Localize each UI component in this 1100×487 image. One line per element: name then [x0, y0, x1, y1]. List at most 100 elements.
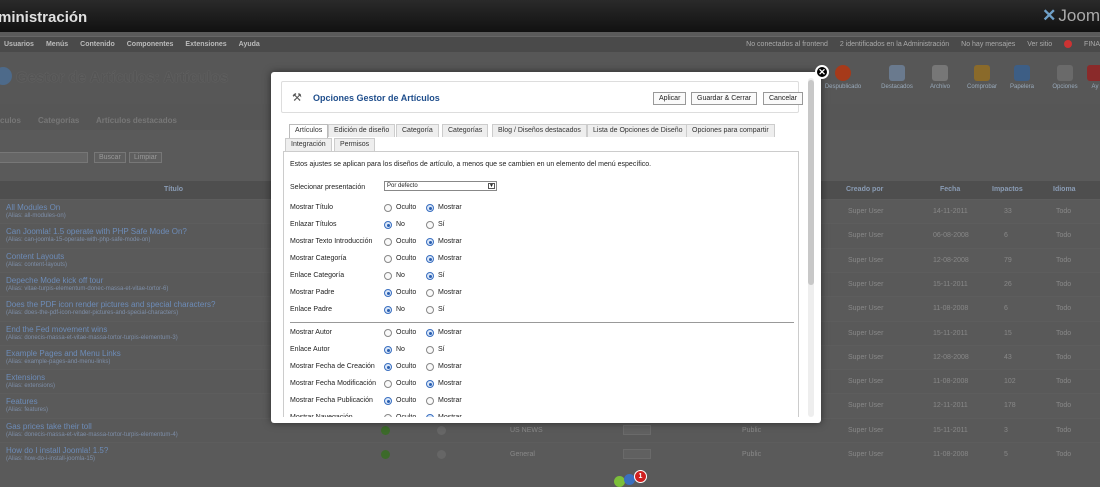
notification-badge[interactable]: 1 — [634, 470, 647, 483]
option-radio-1[interactable] — [384, 329, 392, 337]
option-radio-2[interactable] — [426, 289, 434, 297]
article-title-link[interactable]: Can Joomla! 1.5 operate with PHP Safe Mo… — [6, 227, 187, 236]
option-radio-1[interactable] — [384, 346, 392, 354]
author-link[interactable]: Super User — [848, 208, 883, 215]
tab-6[interactable]: Opciones para compartir — [686, 124, 775, 137]
save-close-button[interactable]: Guardar & Cerrar — [691, 92, 758, 105]
col-title[interactable]: Título — [164, 186, 183, 193]
layout-select[interactable]: Por defecto ▼ — [384, 181, 497, 191]
checkin-button[interactable]: Comprobar — [962, 65, 1002, 101]
menu-componentes[interactable]: Componentes — [127, 37, 174, 53]
author-link[interactable]: Super User — [848, 402, 883, 409]
article-date: 14-11-2011 — [933, 208, 968, 215]
option-radio-1[interactable] — [384, 414, 392, 417]
option-radio-1[interactable] — [384, 204, 392, 212]
article-title-link[interactable]: Extensions — [6, 373, 45, 382]
tab-8[interactable]: Permisos — [334, 138, 376, 151]
tab-2[interactable]: Categoría — [396, 124, 439, 137]
option-radio-2[interactable] — [426, 204, 434, 212]
option-radio-1[interactable] — [384, 272, 392, 280]
option-radio-2[interactable] — [426, 380, 434, 388]
author-link[interactable]: Super User — [848, 451, 883, 458]
article-title-link[interactable]: Content Layouts — [6, 252, 64, 261]
col-created-by[interactable]: Creado por — [846, 186, 883, 193]
option-radio-1[interactable] — [384, 363, 392, 371]
search-input[interactable] — [0, 152, 88, 163]
tab-5[interactable]: Lista de Opciones de Diseño — [587, 124, 689, 137]
ordering-input[interactable] — [623, 424, 651, 435]
subnav-featured[interactable]: Artículos destacados — [96, 116, 177, 125]
tab-3[interactable]: Categorías — [442, 124, 489, 137]
option-radio-2[interactable] — [426, 414, 434, 417]
tab-1[interactable]: Edición de diseño — [328, 124, 396, 137]
featured-toggle-icon[interactable] — [437, 450, 446, 459]
article-title-link[interactable]: Features — [6, 397, 38, 406]
option-radio-1[interactable] — [384, 306, 392, 314]
search-button[interactable]: Buscar — [94, 152, 126, 163]
author-link[interactable]: Super User — [848, 281, 883, 288]
view-site-link[interactable]: Ver sitio — [1027, 41, 1052, 48]
apply-button[interactable]: Aplicar — [653, 92, 687, 105]
article-title-link[interactable]: Does the PDF icon render pictures and sp… — [6, 300, 215, 309]
article-title-link[interactable]: Gas prices take their toll — [6, 422, 92, 431]
archive-button[interactable]: Archivo — [920, 65, 960, 101]
modal-scrollbar[interactable] — [808, 78, 814, 417]
option-radio-1[interactable] — [384, 289, 392, 297]
option-radio-1[interactable] — [384, 221, 392, 229]
author-link[interactable]: Super User — [848, 232, 883, 239]
article-title-link[interactable]: Depeche Mode kick off tour — [6, 276, 103, 285]
option-radio-2[interactable] — [426, 272, 434, 280]
subnav-articles[interactable]: culos — [0, 116, 21, 125]
option-radio-2[interactable] — [426, 221, 434, 229]
option-radio-2[interactable] — [426, 346, 434, 354]
author-link[interactable]: Super User — [848, 378, 883, 385]
option-radio-1[interactable] — [384, 255, 392, 263]
menu-extensiones[interactable]: Extensiones — [185, 37, 226, 53]
article-title-link[interactable]: End the Fed movement wins — [6, 325, 107, 334]
author-link[interactable]: Super User — [848, 427, 883, 434]
tab-7[interactable]: Integración — [285, 138, 332, 151]
article-title-link[interactable]: Example Pages and Menu Links — [6, 349, 121, 358]
author-link[interactable]: Super User — [848, 305, 883, 312]
option-radio-2[interactable] — [426, 306, 434, 314]
help-button[interactable]: Ay — [1085, 65, 1100, 101]
menu-usuarios[interactable]: Usuarios — [4, 37, 34, 53]
messages-link[interactable]: No hay mensajes — [961, 41, 1015, 48]
trash-button[interactable]: Papelera — [1002, 65, 1042, 101]
option-radio-1[interactable] — [384, 238, 392, 246]
ordering-input[interactable] — [623, 449, 651, 459]
article-title-link[interactable]: All Modules On — [6, 203, 60, 212]
scrollbar-thumb[interactable] — [808, 80, 814, 285]
option-radio-2[interactable] — [426, 397, 434, 405]
option-radio-1[interactable] — [384, 380, 392, 388]
subnav-categories[interactable]: Categorías — [38, 116, 79, 125]
cancel-button[interactable]: Cancelar — [763, 92, 804, 105]
col-hits[interactable]: Impactos — [992, 186, 1023, 193]
options-button[interactable]: Opciones — [1045, 65, 1085, 101]
unpublish-button[interactable]: Despublicado — [823, 65, 863, 101]
author-link[interactable]: Super User — [848, 330, 883, 337]
article-date: 12-08-2008 — [933, 256, 969, 264]
menu-contenido[interactable]: Contenido — [80, 37, 115, 53]
article-title-link[interactable]: How do I install Joomla! 1.5? — [6, 446, 108, 455]
clear-button[interactable]: Limpiar — [129, 152, 162, 163]
option-radio-2[interactable] — [426, 255, 434, 263]
menu-ayuda[interactable]: Ayuda — [239, 37, 260, 53]
menu-menus[interactable]: Menús — [46, 37, 68, 53]
author-link[interactable]: Super User — [848, 354, 883, 361]
author-link[interactable]: Super User — [848, 257, 883, 264]
featured-button[interactable]: Destacados — [877, 65, 917, 101]
col-date[interactable]: Fecha — [940, 186, 960, 193]
published-check-icon[interactable] — [381, 450, 390, 459]
col-language[interactable]: Idioma — [1053, 186, 1076, 193]
featured-toggle-icon[interactable] — [437, 425, 446, 435]
tab-0[interactable]: Artículos — [289, 124, 329, 138]
option-radio-2[interactable] — [426, 363, 434, 371]
option-radio-1[interactable] — [384, 397, 392, 405]
option-radio-2[interactable] — [426, 238, 434, 246]
tab-4[interactable]: Blog / Diseños destacados — [492, 124, 587, 137]
published-check-icon[interactable] — [381, 425, 390, 435]
option-radio-2[interactable] — [426, 329, 434, 337]
logout-link[interactable]: FINA — [1064, 40, 1100, 49]
close-modal-button[interactable]: ✕ — [815, 65, 829, 79]
